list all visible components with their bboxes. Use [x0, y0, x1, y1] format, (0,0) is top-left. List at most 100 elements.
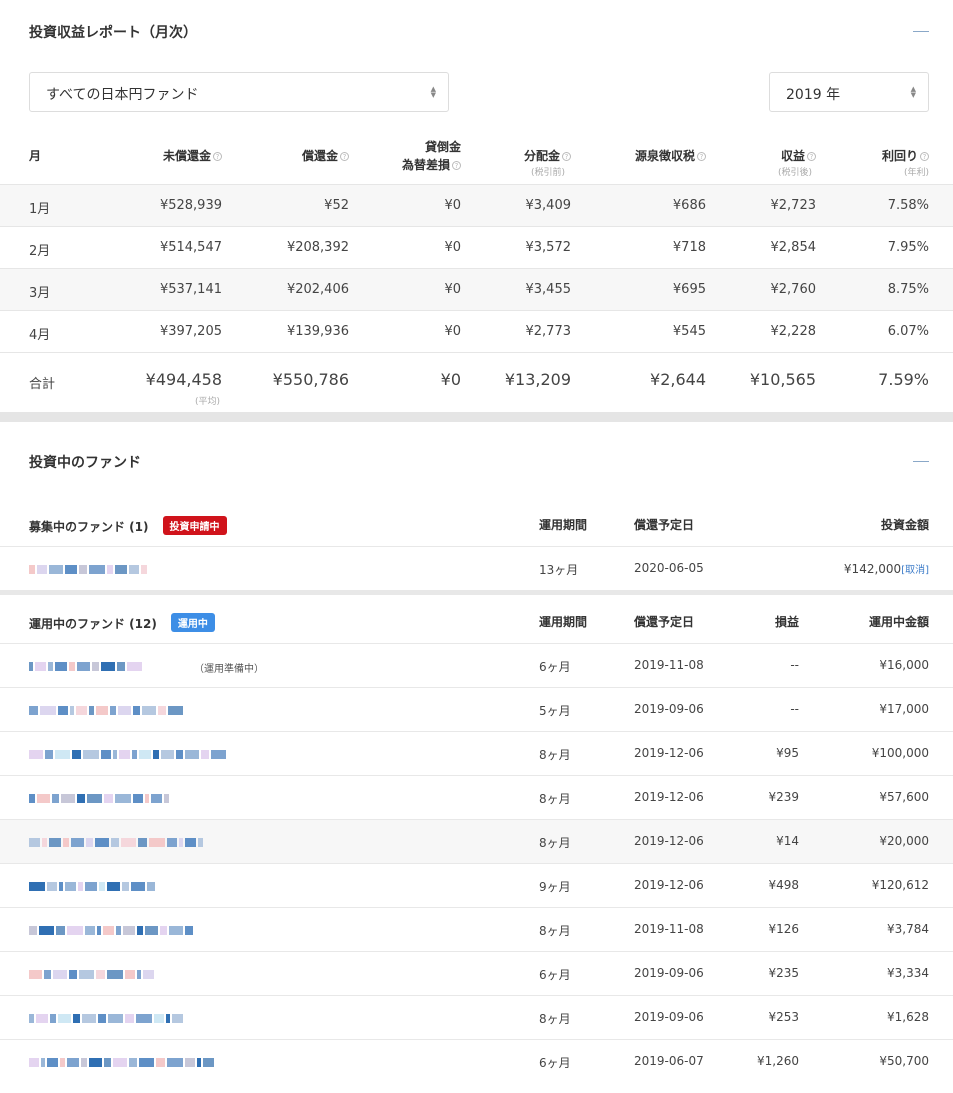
collapse-minus-icon[interactable] — [913, 461, 929, 462]
total-outstanding-sub: (平均) — [194, 397, 220, 407]
help-icon[interactable]: ? — [340, 152, 349, 161]
col-operating-amount: 運用中金額 — [868, 615, 929, 629]
cell-yield: 6.07% — [887, 324, 929, 339]
cell-profit-loss: ¥1,260 — [757, 1054, 799, 1068]
cell-distribution: ¥3,572 — [525, 240, 572, 255]
cell-distribution: ¥3,409 — [525, 198, 572, 213]
cell-redemption: ¥52 — [324, 198, 349, 213]
cell-amount: ¥3,334 — [887, 966, 929, 980]
sort-arrows-icon: ▲ ▼ — [910, 85, 916, 99]
cell-date: 2019-11-08 — [634, 922, 704, 936]
col-redemption: 償還金? — [302, 147, 349, 164]
cell-date: 2019-09-06 — [634, 1010, 704, 1024]
col-invest-amount: 投資金額 — [880, 518, 929, 532]
fund-name-redacted[interactable] — [29, 1055, 216, 1069]
fund-row[interactable]: 8ヶ月 2019-09-06 ¥253 ¥1,628 — [0, 995, 953, 1039]
report-header: 投資収益レポート（月次） — [0, 0, 953, 60]
col-withholding: 源泉徴収税? — [635, 147, 706, 164]
cell-amount: ¥100,000 — [871, 746, 929, 760]
fund-name-redacted[interactable] — [29, 923, 195, 937]
help-icon[interactable]: ? — [452, 161, 461, 170]
cell-date: 2019-12-06 — [634, 834, 704, 848]
help-icon[interactable]: ? — [697, 152, 706, 161]
help-icon[interactable]: ? — [562, 152, 571, 161]
cell-profit: ¥2,854 — [770, 240, 817, 255]
fund-name-redacted[interactable] — [29, 703, 185, 717]
cell-period: 6ヶ月 — [539, 660, 571, 674]
cell-amount: ¥57,600 — [879, 790, 929, 804]
fund-name-redacted[interactable] — [29, 967, 156, 981]
recruiting-label: 募集中のファンド (1) 投資申請中 — [29, 516, 227, 535]
cell-date: 2019-12-06 — [634, 878, 704, 892]
cell-yield: 7.95% — [887, 240, 929, 255]
help-icon[interactable]: ? — [920, 152, 929, 161]
cell-profit-loss: ¥126 — [768, 922, 799, 936]
year-select[interactable]: 2019 年 ▲ ▼ — [769, 72, 929, 112]
cell-profit-loss: ¥253 — [768, 1010, 799, 1024]
fund-name-redacted[interactable] — [29, 562, 149, 576]
operating-label: 運用中のファンド (12) 運用中 — [29, 613, 215, 632]
help-icon[interactable]: ? — [213, 152, 222, 161]
fund-row[interactable]: 13ヶ月 2020-06-05 ¥142,000[取消] — [0, 546, 953, 590]
fund-select-value: すべての日本円ファンド — [46, 87, 199, 103]
cell-profit-loss: ¥14 — [776, 834, 799, 848]
status-badge: 運用中 — [170, 613, 215, 632]
fund-row[interactable]: 9ヶ月 2019-12-06 ¥498 ¥120,612 — [0, 863, 953, 907]
cell-period: 8ヶ月 — [539, 748, 571, 762]
help-icon[interactable]: ? — [807, 152, 816, 161]
col-outstanding: 未償還金? — [163, 147, 222, 164]
cell-loss: ¥0 — [444, 198, 461, 213]
cancel-link[interactable]: [取消] — [901, 565, 929, 576]
fund-name-redacted[interactable] — [29, 879, 157, 893]
cell-withholding: ¥545 — [672, 324, 706, 339]
col-month: 月 — [29, 149, 42, 163]
total-redemption: ¥550,786 — [272, 370, 349, 389]
report-row: 2月 ¥514,547 ¥208,392 ¥0 ¥3,572 ¥718 ¥2,8… — [0, 226, 953, 268]
col-yield-sub: (年利) — [903, 168, 929, 178]
fund-select[interactable]: すべての日本円ファンド ▲ ▼ — [29, 72, 449, 112]
col-profit-sub: (税引後) — [777, 168, 812, 178]
fund-row[interactable]: 8ヶ月 2019-12-06 ¥239 ¥57,600 — [0, 775, 953, 819]
col-loss-line2: 為替差損? — [402, 156, 461, 173]
cell-amount: ¥1,628 — [887, 1010, 929, 1024]
fund-row[interactable]: 8ヶ月 2019-12-06 ¥95 ¥100,000 — [0, 731, 953, 775]
col-period: 運用期間 — [539, 518, 588, 532]
fund-name-redacted[interactable] — [29, 659, 144, 673]
report-total-row: 合計 ¥494,458 (平均) ¥550,786 ¥0 ¥13,209 ¥2,… — [0, 352, 953, 412]
fund-name-redacted[interactable] — [29, 791, 171, 805]
fund-row[interactable]: 5ヶ月 2019-09-06 -- ¥17,000 — [0, 687, 953, 731]
fund-row[interactable]: 6ヶ月 2019-06-07 ¥1,260 ¥50,700 — [0, 1039, 953, 1083]
col-loss-line1: 貸倒金 — [424, 140, 461, 154]
report-row: 4月 ¥397,205 ¥139,936 ¥0 ¥2,773 ¥545 ¥2,2… — [0, 310, 953, 352]
cell-date: 2020-06-05 — [634, 561, 704, 575]
fund-name-redacted[interactable] — [29, 747, 228, 761]
col-distribution-sub: (税引前) — [530, 168, 565, 178]
report-table: 月 未償還金? 償還金? 貸倒金 為替差損? 分配金? (税引前) 源泉徴収税?… — [0, 132, 953, 412]
cell-period: 8ヶ月 — [539, 924, 571, 938]
fund-row[interactable]: （運用準備中） 6ヶ月 2019-11-08 -- ¥16,000 — [0, 643, 953, 687]
fund-row[interactable]: 8ヶ月 2019-11-08 ¥126 ¥3,784 — [0, 907, 953, 951]
cell-withholding: ¥695 — [672, 282, 706, 297]
cell-redemption: ¥208,392 — [286, 240, 349, 255]
report-controls: すべての日本円ファンド ▲ ▼ 2019 年 ▲ ▼ — [0, 60, 953, 132]
cell-period: 8ヶ月 — [539, 792, 571, 806]
cell-date: 2019-11-08 — [634, 658, 704, 672]
cell-month: 4月 — [29, 328, 51, 343]
cell-profit-loss: ¥235 — [768, 966, 799, 980]
cell-profit: ¥2,723 — [770, 198, 817, 213]
fund-name-redacted[interactable] — [29, 1011, 185, 1025]
cell-outstanding: ¥537,141 — [159, 282, 222, 297]
cell-date: 2019-12-06 — [634, 790, 704, 804]
cell-date: 2019-06-07 — [634, 1054, 704, 1068]
cell-amount: ¥120,612 — [871, 878, 929, 892]
collapse-minus-icon[interactable] — [913, 31, 929, 32]
cell-loss: ¥0 — [444, 282, 461, 297]
cell-loss: ¥0 — [444, 240, 461, 255]
report-title: 投資収益レポート（月次） — [29, 25, 197, 41]
fund-row[interactable]: 6ヶ月 2019-09-06 ¥235 ¥3,334 — [0, 951, 953, 995]
cell-period: 6ヶ月 — [539, 968, 571, 982]
cell-date: 2019-12-06 — [634, 746, 704, 760]
funds-header: 投資中のファンド — [0, 422, 953, 498]
fund-name-redacted[interactable] — [29, 835, 205, 849]
fund-row[interactable]: 8ヶ月 2019-12-06 ¥14 ¥20,000 — [0, 819, 953, 863]
